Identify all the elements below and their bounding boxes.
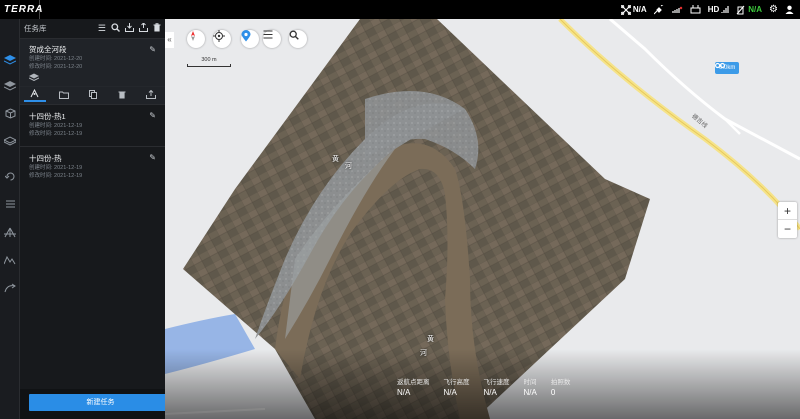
- map-pin-icon[interactable]: [241, 30, 259, 48]
- account-icon[interactable]: [785, 5, 794, 14]
- task-item-2[interactable]: 十四份-热 创建时间: 2021-12-19 修改时间: 2021-12-19 …: [20, 147, 165, 188]
- hd-signal-icon: [721, 5, 729, 13]
- panel-header: 任务库 ☰: [20, 19, 165, 39]
- trash-icon[interactable]: [153, 23, 161, 34]
- model-icon[interactable]: [2, 136, 18, 150]
- export-icon[interactable]: [139, 22, 148, 34]
- locate-crosshair-icon[interactable]: [213, 30, 231, 48]
- battery-status-value: N/A: [748, 5, 763, 14]
- task-item-1[interactable]: 十四份-热1 创建时间: 2021-12-19 修改时间: 2021-12-19…: [20, 105, 165, 147]
- stat-label: 飞行高度: [443, 379, 470, 386]
- new-task-button[interactable]: 新建任务: [29, 394, 172, 411]
- stat-value: N/A: [397, 388, 411, 397]
- stat-label: 飞行速度: [483, 379, 510, 386]
- stat-label: 时间: [523, 379, 537, 386]
- scale-bar: [187, 64, 231, 67]
- map-view[interactable]: 黄 河 黄 河 德吉线 « 300 m 0.0km + −: [165, 19, 800, 419]
- box-icon[interactable]: [3, 108, 17, 122]
- collapse-panel-button[interactable]: «: [165, 32, 174, 48]
- river-label: 黄: [332, 156, 339, 163]
- zoom-in-button[interactable]: +: [778, 202, 797, 220]
- task-action-bar: [20, 86, 165, 104]
- drone-status: N/A: [620, 4, 647, 15]
- remote-controller-icon: [690, 5, 701, 14]
- stat-label: 返航点距离: [397, 379, 430, 386]
- app-window: TERRA N/A HD N/A ⚙ 任务库 ☰ 贺成全河段 创建时间: 202…: [0, 0, 800, 419]
- task-modified: 修改时间: 2021-12-19: [29, 173, 83, 179]
- stat-value: N/A: [443, 388, 457, 397]
- list-icon[interactable]: [3, 199, 17, 213]
- edit-pencil-icon[interactable]: ✎: [149, 45, 156, 54]
- stat-speed: 飞行速度 N/A: [484, 376, 510, 397]
- task-name: 十四份-热1: [29, 112, 66, 121]
- layers-icon[interactable]: [3, 81, 17, 95]
- map-search-icon[interactable]: [289, 30, 307, 48]
- signal-off-icon: [672, 5, 683, 14]
- edit-pencil-icon[interactable]: ✎: [149, 153, 156, 162]
- waypoint-mission-icon[interactable]: [23, 88, 46, 102]
- folder-icon[interactable]: [53, 91, 75, 101]
- task-name: 十四份-热: [29, 154, 62, 163]
- task-modified: 修改时间: 2021-12-20: [29, 64, 83, 70]
- stat-value: N/A: [523, 388, 537, 397]
- flight-telemetry: 返航点距离 N/A 飞行高度 N/A 飞行速度 N/A 时间 N/A 拍照数 0: [397, 376, 570, 397]
- terrain-icon[interactable]: [3, 255, 17, 269]
- task-library-panel: 任务库 ☰ 贺成全河段 创建时间: 2021-12-20 修改时间: 2021-…: [20, 19, 172, 419]
- zoom-out-button[interactable]: −: [778, 220, 797, 238]
- rotate-icon[interactable]: [3, 171, 17, 185]
- battery-status: N/A: [736, 5, 762, 15]
- satellite-icon: [653, 4, 665, 15]
- task-layer-icon: [28, 73, 158, 83]
- river-label: 河: [345, 163, 352, 170]
- layer-list-icon[interactable]: [263, 30, 281, 48]
- stat-home-distance: 返航点距离 N/A: [397, 376, 430, 397]
- task-modified: 修改时间: 2021-12-19: [29, 131, 83, 137]
- list-view-icon[interactable]: ☰: [98, 23, 106, 34]
- compass-icon[interactable]: [187, 30, 205, 48]
- panel-title: 任务库: [24, 24, 47, 33]
- task-created: 创建时间: 2021-12-20: [29, 56, 83, 62]
- stat-value: 0: [550, 388, 556, 397]
- task-item-0[interactable]: 贺成全河段 创建时间: 2021-12-20 修改时间: 2021-12-20 …: [20, 39, 165, 105]
- search-icon[interactable]: [111, 23, 120, 34]
- panel-toolbar: ☰: [98, 22, 161, 34]
- hd-signal: HD: [708, 5, 730, 14]
- left-nav-rail: [0, 19, 20, 419]
- mission-icon[interactable]: [3, 55, 17, 69]
- curve-icon[interactable]: [3, 283, 17, 297]
- stat-photo-count: 拍照数 0: [551, 376, 571, 397]
- scale-label: 300 m: [201, 57, 217, 63]
- waypoint-link-icon: [715, 62, 725, 69]
- battery-icon: [736, 5, 745, 14]
- stat-label: 拍照数: [550, 379, 571, 386]
- waypoint-badge[interactable]: 0.0km: [715, 62, 740, 74]
- tripod-icon[interactable]: [3, 227, 17, 241]
- settings-gear-icon[interactable]: ⚙: [769, 4, 778, 15]
- top-bar: TERRA N/A HD N/A ⚙: [0, 0, 800, 19]
- import-icon[interactable]: [125, 23, 134, 34]
- upload-icon[interactable]: [140, 89, 162, 101]
- stat-value: N/A: [483, 388, 497, 397]
- task-created: 创建时间: 2021-12-19: [29, 165, 83, 171]
- stat-time: 时间 N/A: [524, 376, 537, 397]
- zoom-control: + −: [778, 202, 797, 238]
- stat-altitude: 飞行高度 N/A: [444, 376, 470, 397]
- drone-icon: [620, 4, 631, 15]
- task-created: 创建时间: 2021-12-19: [29, 123, 83, 129]
- hd-label: HD: [707, 5, 720, 14]
- river-label: 黄: [427, 336, 434, 343]
- status-bar: N/A HD N/A ⚙: [620, 0, 794, 19]
- drone-status-value: N/A: [632, 5, 647, 14]
- delete-icon[interactable]: [111, 90, 133, 101]
- app-logo: TERRA: [0, 0, 42, 19]
- task-name: 贺成全河段: [29, 45, 67, 54]
- edit-pencil-icon[interactable]: ✎: [149, 111, 156, 120]
- copy-icon[interactable]: [82, 90, 104, 101]
